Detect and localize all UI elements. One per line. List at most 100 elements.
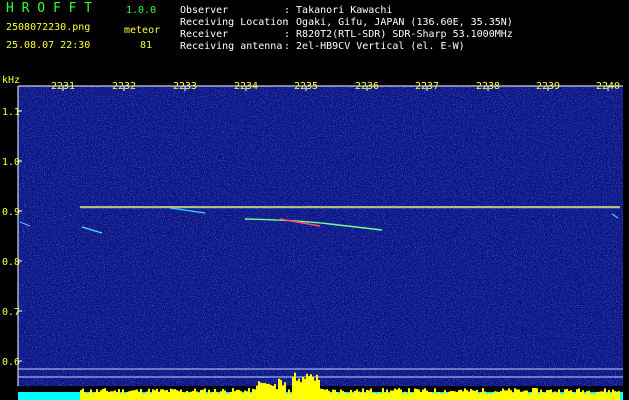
signal-bar [616, 391, 618, 400]
signal-bar [442, 393, 444, 400]
y-tick-label: 0.8 [2, 257, 20, 268]
signal-bar [526, 390, 528, 400]
signal-bar [326, 389, 328, 400]
observer-label: Observer [180, 5, 229, 16]
signal-bar [398, 388, 400, 400]
antenna-label: Receiving antenna [180, 41, 283, 52]
signal-bar [136, 389, 138, 400]
signal-bar [534, 388, 536, 400]
signal-bar [392, 390, 394, 400]
signal-bar [122, 389, 124, 400]
signal-bar [496, 391, 498, 400]
signal-bar [498, 392, 500, 400]
signal-bar [502, 388, 504, 400]
signal-bar [160, 389, 162, 400]
signal-bar [464, 388, 466, 400]
signal-bar [444, 390, 446, 400]
signal-bar [554, 391, 556, 400]
signal-bar [290, 393, 292, 400]
signal-bar [486, 393, 488, 400]
signal-bar [582, 390, 584, 400]
signal-bar [200, 389, 202, 400]
signal-bar [182, 392, 184, 400]
app-version: 1.0.0 [126, 5, 157, 16]
signal-bar [562, 393, 564, 400]
signal-bar [172, 389, 174, 400]
signal-bar [506, 390, 508, 400]
signal-bar [544, 392, 546, 400]
signal-bar [416, 388, 418, 400]
signal-bar [434, 388, 436, 400]
signal-bar [234, 391, 236, 400]
signal-bar [262, 383, 264, 400]
signal-bar [376, 393, 378, 400]
signal-bar [468, 391, 470, 400]
signal-bar [258, 381, 260, 400]
receiver-label: Receiver [180, 29, 229, 40]
signal-bar [230, 392, 232, 400]
signal-bar [128, 391, 130, 400]
signal-bar [114, 390, 116, 400]
signal-bar [84, 392, 86, 400]
signal-bar [292, 376, 294, 400]
signal-bar [332, 389, 334, 400]
signal-bar [108, 392, 110, 400]
signal-bar [102, 388, 104, 400]
signal-bar [218, 393, 220, 400]
signal-bar [256, 385, 258, 400]
signal-bar [228, 393, 230, 400]
signal-bar [472, 390, 474, 400]
signal-bar [428, 392, 430, 400]
signal-bar [546, 390, 548, 400]
signal-bar [344, 392, 346, 400]
signal-bar [206, 393, 208, 400]
signal-bar [196, 391, 198, 400]
signal-bar [364, 392, 366, 400]
signal-bar [446, 393, 448, 400]
signal-bar [470, 389, 472, 400]
signal-bar [514, 388, 516, 400]
signal-bar [518, 389, 520, 400]
signal-bar [154, 390, 156, 400]
signal-bar [96, 389, 98, 400]
signal-bar [608, 390, 610, 400]
spectrogram-noise [18, 86, 623, 386]
meteor-count: 81 [140, 40, 153, 51]
signal-bar [152, 389, 154, 400]
signal-bar [236, 389, 238, 400]
signal-bar [280, 379, 282, 400]
signal-bar [420, 392, 422, 400]
signal-bar [412, 392, 414, 400]
signal-bar [542, 392, 544, 400]
signal-bar [350, 389, 352, 400]
signal-bar [328, 390, 330, 400]
signal-bar [574, 393, 576, 400]
signal-bar [618, 391, 620, 400]
signal-bar [402, 393, 404, 400]
signal-bar [300, 382, 302, 400]
signal-bar [168, 392, 170, 400]
file-name: 2508072230.png [6, 22, 91, 33]
signal-bar [124, 393, 126, 400]
signal-bar [198, 392, 200, 400]
signal-bar [266, 383, 268, 400]
signal-bar [484, 391, 486, 400]
signal-bar [176, 390, 178, 400]
signal-bar [576, 389, 578, 400]
signal-bar [594, 393, 596, 400]
signal-bar [148, 388, 150, 400]
signal-bar [146, 391, 148, 400]
signal-bar [400, 389, 402, 400]
signal-bar [396, 389, 398, 400]
signal-bar [588, 390, 590, 400]
signal-bar [170, 388, 172, 400]
signal-bar [356, 389, 358, 400]
signal-bar [134, 390, 136, 400]
signal-bar [110, 391, 112, 400]
signal-bar [246, 391, 248, 400]
signal-bar [130, 390, 132, 400]
signal-bar [520, 391, 522, 400]
signal-bar [162, 389, 164, 400]
signal-bar [106, 390, 108, 400]
signal-bar [528, 393, 530, 400]
